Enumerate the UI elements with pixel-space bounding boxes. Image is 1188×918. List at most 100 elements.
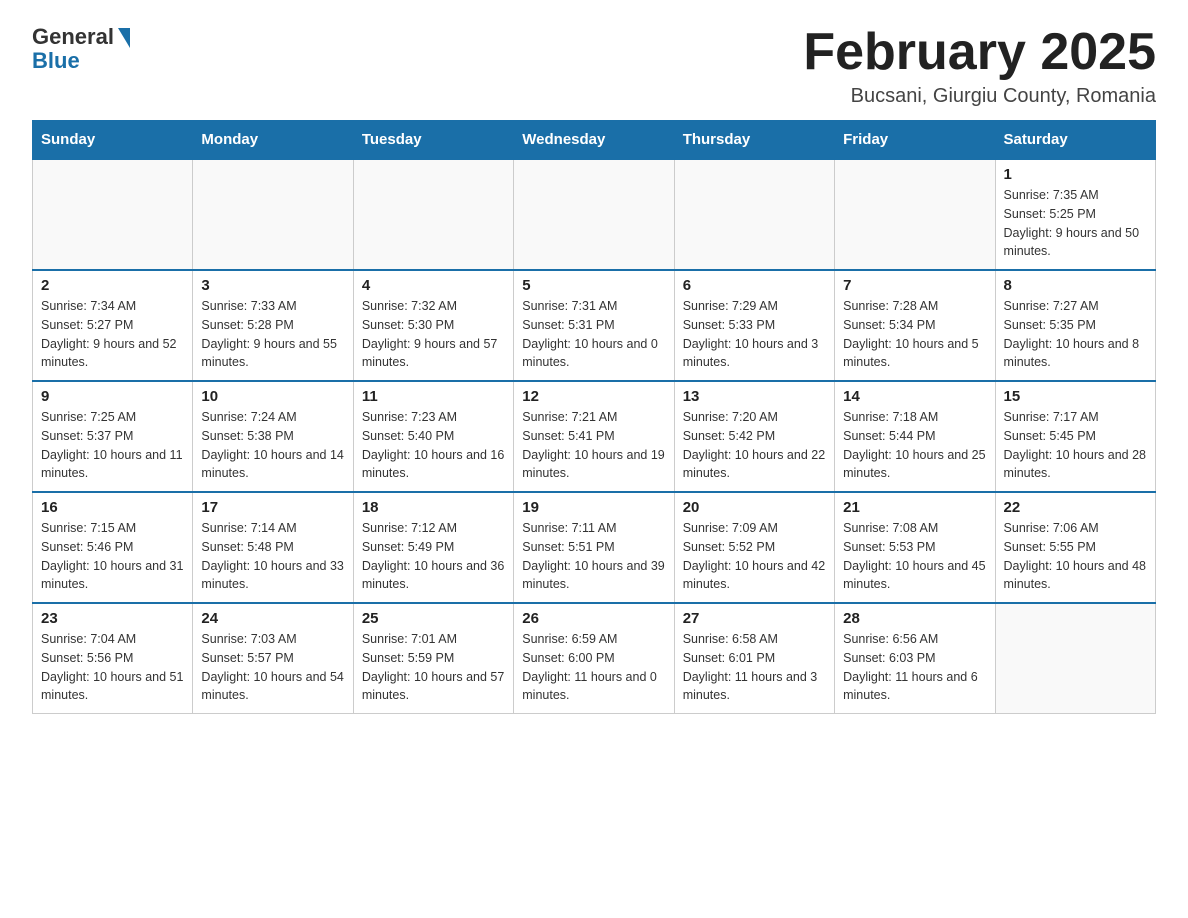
calendar-week-row: 9 Sunrise: 7:25 AMSunset: 5:37 PMDaylight… [33, 381, 1156, 492]
day-number: 1 [1004, 166, 1147, 183]
calendar-day-cell [514, 159, 674, 270]
title-area: February 2025 Bucsani, Giurgiu County, R… [803, 24, 1156, 108]
day-number: 25 [362, 610, 505, 627]
day-info: Sunrise: 7:25 AMSunset: 5:37 PMDaylight:… [41, 408, 184, 483]
logo-blue-text: Blue [32, 48, 80, 74]
day-info: Sunrise: 7:06 AMSunset: 5:55 PMDaylight:… [1004, 519, 1147, 594]
day-number: 5 [522, 277, 665, 294]
day-of-week-header: Tuesday [353, 121, 513, 160]
logo-general-text: General [32, 24, 114, 50]
calendar-week-row: 1 Sunrise: 7:35 AMSunset: 5:25 PMDaylight… [33, 159, 1156, 270]
calendar-day-cell: 26Sunrise: 6:59 AMSunset: 6:00 PMDayligh… [514, 603, 674, 714]
calendar-day-cell [995, 603, 1155, 714]
calendar-header: SundayMondayTuesdayWednesdayThursdayFrid… [33, 121, 1156, 160]
calendar-day-cell: 10Sunrise: 7:24 AMSunset: 5:38 PMDayligh… [193, 381, 353, 492]
logo: General Blue [32, 24, 130, 74]
day-of-week-header: Monday [193, 121, 353, 160]
calendar-day-cell: 21 Sunrise: 7:08 AMSunset: 5:53 PMDayligh… [835, 492, 995, 603]
day-info: Sunrise: 7:11 AMSunset: 5:51 PMDaylight:… [522, 519, 665, 594]
day-info: Sunrise: 7:03 AMSunset: 5:57 PMDaylight:… [201, 630, 344, 705]
day-info: Sunrise: 7:04 AMSunset: 5:56 PMDaylight:… [41, 630, 184, 705]
day-number: 15 [1004, 388, 1147, 405]
day-info: Sunrise: 7:27 AMSunset: 5:35 PMDaylight:… [1004, 297, 1147, 372]
calendar-week-row: 2 Sunrise: 7:34 AMSunset: 5:27 PMDaylight… [33, 270, 1156, 381]
day-info: Sunrise: 7:17 AMSunset: 5:45 PMDaylight:… [1004, 408, 1147, 483]
calendar-day-cell: 12 Sunrise: 7:21 AMSunset: 5:41 PMDayligh… [514, 381, 674, 492]
day-info: Sunrise: 7:20 AMSunset: 5:42 PMDaylight:… [683, 408, 826, 483]
day-number: 23 [41, 610, 184, 627]
location-text: Bucsani, Giurgiu County, Romania [803, 85, 1156, 108]
day-number: 24 [201, 610, 344, 627]
day-number: 20 [683, 499, 826, 516]
calendar-day-cell: 13 Sunrise: 7:20 AMSunset: 5:42 PMDayligh… [674, 381, 834, 492]
logo-arrow-icon [118, 28, 130, 48]
day-of-week-header: Wednesday [514, 121, 674, 160]
day-number: 7 [843, 277, 986, 294]
calendar-day-cell [835, 159, 995, 270]
calendar-day-cell: 18 Sunrise: 7:12 AMSunset: 5:49 PMDayligh… [353, 492, 513, 603]
day-number: 27 [683, 610, 826, 627]
day-info: Sunrise: 7:28 AMSunset: 5:34 PMDaylight:… [843, 297, 986, 372]
day-number: 2 [41, 277, 184, 294]
calendar-day-cell: 14 Sunrise: 7:18 AMSunset: 5:44 PMDayligh… [835, 381, 995, 492]
calendar-day-cell: 15 Sunrise: 7:17 AMSunset: 5:45 PMDayligh… [995, 381, 1155, 492]
calendar-day-cell: 7 Sunrise: 7:28 AMSunset: 5:34 PMDaylight… [835, 270, 995, 381]
day-number: 21 [843, 499, 986, 516]
day-info: Sunrise: 7:34 AMSunset: 5:27 PMDaylight:… [41, 297, 184, 372]
day-info: Sunrise: 7:09 AMSunset: 5:52 PMDaylight:… [683, 519, 826, 594]
calendar-day-cell: 23 Sunrise: 7:04 AMSunset: 5:56 PMDayligh… [33, 603, 193, 714]
day-number: 10 [201, 388, 344, 405]
calendar-day-cell: 28Sunrise: 6:56 AMSunset: 6:03 PMDayligh… [835, 603, 995, 714]
day-info: Sunrise: 7:14 AMSunset: 5:48 PMDaylight:… [201, 519, 344, 594]
calendar-day-cell [353, 159, 513, 270]
day-number: 13 [683, 388, 826, 405]
day-number: 18 [362, 499, 505, 516]
day-info: Sunrise: 7:29 AMSunset: 5:33 PMDaylight:… [683, 297, 826, 372]
day-number: 8 [1004, 277, 1147, 294]
calendar-table: SundayMondayTuesdayWednesdayThursdayFrid… [32, 120, 1156, 714]
day-info: Sunrise: 7:35 AMSunset: 5:25 PMDaylight:… [1004, 186, 1147, 261]
calendar-day-cell: 11 Sunrise: 7:23 AMSunset: 5:40 PMDayligh… [353, 381, 513, 492]
day-info: Sunrise: 7:15 AMSunset: 5:46 PMDaylight:… [41, 519, 184, 594]
month-title: February 2025 [803, 24, 1156, 81]
day-of-week-header: Thursday [674, 121, 834, 160]
calendar-day-cell: 9 Sunrise: 7:25 AMSunset: 5:37 PMDaylight… [33, 381, 193, 492]
calendar-week-row: 16 Sunrise: 7:15 AMSunset: 5:46 PMDayligh… [33, 492, 1156, 603]
day-info: Sunrise: 7:12 AMSunset: 5:49 PMDaylight:… [362, 519, 505, 594]
day-info: Sunrise: 7:32 AMSunset: 5:30 PMDaylight:… [362, 297, 505, 372]
calendar-day-cell [193, 159, 353, 270]
calendar-day-cell: 24 Sunrise: 7:03 AMSunset: 5:57 PMDayligh… [193, 603, 353, 714]
day-info: Sunrise: 7:33 AMSunset: 5:28 PMDaylight:… [201, 297, 344, 372]
calendar-body: 1 Sunrise: 7:35 AMSunset: 5:25 PMDaylight… [33, 159, 1156, 714]
calendar-day-cell: 5 Sunrise: 7:31 AMSunset: 5:31 PMDaylight… [514, 270, 674, 381]
day-of-week-header: Friday [835, 121, 995, 160]
day-number: 17 [201, 499, 344, 516]
day-number: 3 [201, 277, 344, 294]
day-of-week-header: Sunday [33, 121, 193, 160]
calendar-day-cell: 20 Sunrise: 7:09 AMSunset: 5:52 PMDayligh… [674, 492, 834, 603]
day-info: Sunrise: 6:56 AMSunset: 6:03 PMDaylight:… [843, 630, 986, 705]
calendar-day-cell: 27Sunrise: 6:58 AMSunset: 6:01 PMDayligh… [674, 603, 834, 714]
day-info: Sunrise: 7:08 AMSunset: 5:53 PMDaylight:… [843, 519, 986, 594]
calendar-header-row: SundayMondayTuesdayWednesdayThursdayFrid… [33, 121, 1156, 160]
calendar-day-cell: 8 Sunrise: 7:27 AMSunset: 5:35 PMDaylight… [995, 270, 1155, 381]
day-number: 14 [843, 388, 986, 405]
day-number: 11 [362, 388, 505, 405]
day-info: Sunrise: 7:21 AMSunset: 5:41 PMDaylight:… [522, 408, 665, 483]
day-number: 9 [41, 388, 184, 405]
calendar-day-cell: 17 Sunrise: 7:14 AMSunset: 5:48 PMDayligh… [193, 492, 353, 603]
day-number: 6 [683, 277, 826, 294]
calendar-week-row: 23 Sunrise: 7:04 AMSunset: 5:56 PMDayligh… [33, 603, 1156, 714]
day-info: Sunrise: 7:23 AMSunset: 5:40 PMDaylight:… [362, 408, 505, 483]
day-info: Sunrise: 7:18 AMSunset: 5:44 PMDaylight:… [843, 408, 986, 483]
day-number: 16 [41, 499, 184, 516]
calendar-day-cell [33, 159, 193, 270]
day-number: 12 [522, 388, 665, 405]
calendar-day-cell: 3 Sunrise: 7:33 AMSunset: 5:28 PMDaylight… [193, 270, 353, 381]
calendar-day-cell: 25Sunrise: 7:01 AMSunset: 5:59 PMDayligh… [353, 603, 513, 714]
calendar-day-cell: 16 Sunrise: 7:15 AMSunset: 5:46 PMDayligh… [33, 492, 193, 603]
day-info: Sunrise: 7:31 AMSunset: 5:31 PMDaylight:… [522, 297, 665, 372]
day-number: 4 [362, 277, 505, 294]
calendar-day-cell: 1 Sunrise: 7:35 AMSunset: 5:25 PMDaylight… [995, 159, 1155, 270]
calendar-day-cell: 2 Sunrise: 7:34 AMSunset: 5:27 PMDaylight… [33, 270, 193, 381]
